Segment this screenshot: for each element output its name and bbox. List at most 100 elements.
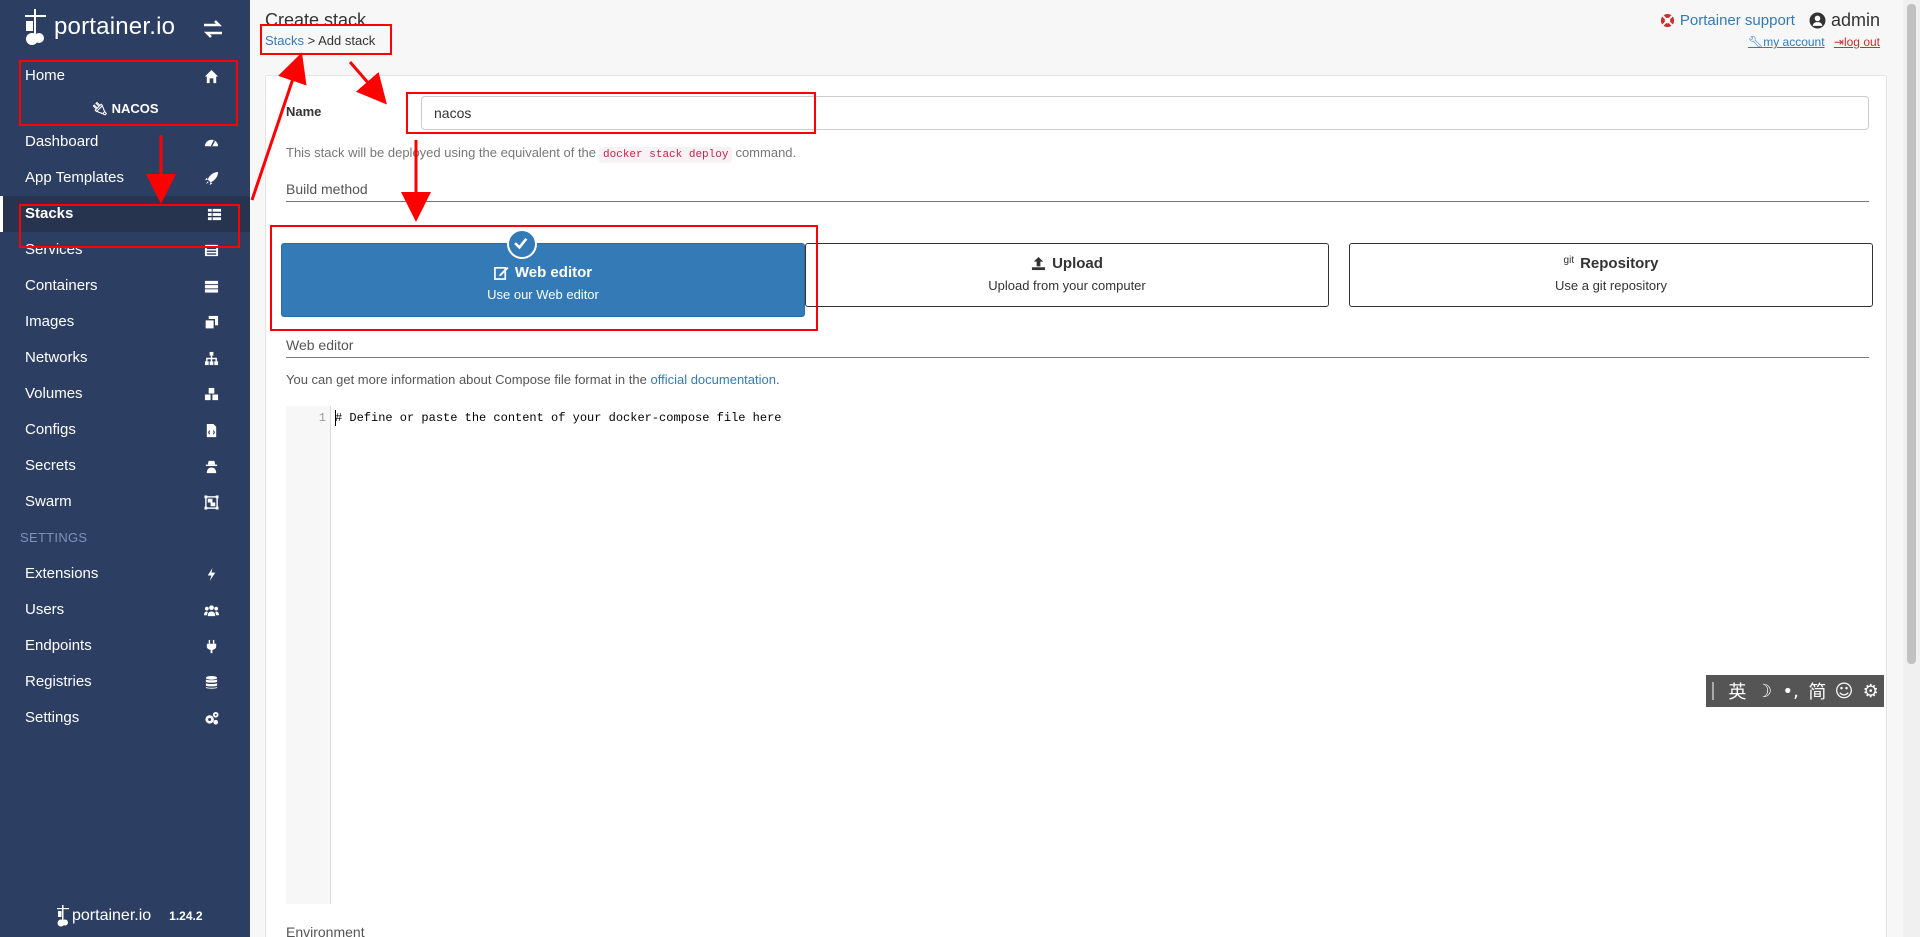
sign-out-icon: ⇥ [1833,35,1844,49]
sidebar-footer: portainer.io 1.24.2 [56,904,203,928]
ime-simplified-toggle[interactable]: 简 [1804,678,1831,704]
sidebar-item-app-templates[interactable]: App Templates [0,160,250,196]
life-ring-icon [1660,13,1674,28]
create-stack-panel: Name This stack will be deployed using t… [265,75,1887,937]
sidebar-item-dashboard[interactable]: Dashboard [0,124,250,160]
stack-name-input[interactable] [421,96,1869,130]
ime-moon-icon[interactable]: ☽ [1751,681,1778,702]
version-label: 1.24.2 [169,909,203,923]
sidebar-item-label: Endpoints [25,637,92,654]
sidebar-item-home[interactable]: Home [0,58,250,94]
object-group-icon [204,495,219,510]
breadcrumb-stacks-link[interactable]: Stacks [265,33,304,48]
exchange-icon[interactable] [202,18,224,40]
code-editor[interactable]: 1 # Define or paste the content of your … [286,406,1869,904]
sidebar-item-services[interactable]: Services [0,232,250,268]
user-secret-icon [205,460,218,474]
sidebar-item-label: Extensions [25,565,99,582]
sitemap-icon [204,351,219,366]
sidebar-item-extensions[interactable]: Extensions [0,556,250,592]
build-method-title: Build method [286,181,1869,202]
rocket-icon [204,171,219,186]
endpoint-name: 🔌︎ NACOS [91,101,159,116]
sidebar-item-label: Volumes [25,385,83,402]
tachometer-icon [204,139,219,147]
cubes-icon [204,387,219,401]
cogs-icon [205,711,219,725]
sidebar-item-users[interactable]: Users [0,592,250,628]
breadcrumb: Stacks > Add stack [265,33,375,48]
official-documentation-link[interactable]: official documentation [650,372,776,387]
log-out-link[interactable]: ⇥log out [1834,35,1880,49]
edit-icon [493,266,509,280]
th-list-icon [207,208,222,221]
line-number: 1 [318,411,326,425]
sidebar-item-images[interactable]: Images [0,304,250,340]
sidebar-item-label: Settings [25,709,80,726]
home-icon [204,69,219,84]
user-circle-icon [1809,12,1826,29]
sidebar-item-settings[interactable]: Settings [0,700,250,736]
list-alt-icon [204,244,219,257]
deploy-command-code: docker stack deploy [599,147,733,163]
page-scrollbar[interactable] [1903,0,1920,937]
ime-punctuation-icon[interactable]: •, [1777,681,1804,702]
sidebar: portainer.io Home 🔌︎ NACOS Dashboard App… [0,0,250,937]
sidebar-item-label: Configs [25,421,76,438]
sidebar-nav: Home 🔌︎ NACOS Dashboard App Templates St… [0,58,250,736]
support-link[interactable]: Portainer support [1660,12,1795,29]
upload-icon [1032,256,1046,271]
sidebar-item-configs[interactable]: Configs [0,412,250,448]
build-method-repository[interactable]: git Repository Use a git repository [1349,243,1873,307]
compose-info-text: You can get more information about Compo… [286,372,780,387]
database-icon [205,675,218,689]
sidebar-item-label: Home [25,67,66,84]
users-icon [204,605,219,617]
portainer-logo-icon [25,9,46,45]
ime-grip-handle[interactable] [1712,682,1714,700]
footer-brand: portainer.io [72,907,152,924]
bolt-icon [207,567,216,582]
brand-name: portainer.io [54,13,176,40]
sidebar-item-endpoints[interactable]: Endpoints [0,628,250,664]
scrollbar-thumb[interactable] [1907,4,1916,664]
sidebar-item-label: Users [25,601,65,618]
header-user-area: Portainer support admin 🔧︎my account ⇥lo… [1660,10,1880,49]
ime-settings-icon[interactable]: ⚙ [1857,681,1884,702]
sidebar-item-label: Networks [25,349,88,366]
sidebar-item-secrets[interactable]: Secrets [0,448,250,484]
sidebar-item-stacks[interactable]: Stacks [0,196,250,232]
sidebar-item-label: Images [25,313,75,330]
editor-gutter: 1 [286,406,331,904]
brand[interactable]: portainer.io [22,6,175,48]
clone-icon [204,315,219,330]
plug-icon [206,639,217,654]
sidebar-item-registries[interactable]: Registries [0,664,250,700]
server-icon [204,280,219,293]
page-title: Create stack [265,10,367,30]
build-method-upload[interactable]: Upload Upload from your computer [805,243,1329,307]
wrench-icon: 🔧︎ [1747,35,1764,49]
sidebar-item-label: Services [25,241,83,258]
my-account-link[interactable]: 🔧︎my account [1748,35,1825,49]
sidebar-item-label: Dashboard [25,133,99,150]
sidebar-item-containers[interactable]: Containers [0,268,250,304]
build-method-web-editor[interactable]: Web editor Use our Web editor [281,243,805,317]
sidebar-item-label: Registries [25,673,92,690]
sidebar-item-volumes[interactable]: Volumes [0,376,250,412]
breadcrumb-separator: > [304,33,319,48]
git-icon: git [1563,255,1575,266]
user-name: admin [1809,10,1880,31]
file-code-icon [206,423,217,438]
name-label: Name [286,104,322,119]
ime-language-toggle[interactable]: 英 [1724,678,1751,704]
sidebar-item-networks[interactable]: Networks [0,340,250,376]
check-icon [507,229,537,259]
sidebar-item-swarm[interactable]: Swarm [0,484,250,520]
portainer-logo-icon [57,905,69,927]
sidebar-item-label: App Templates [25,169,124,186]
ime-emoji-icon[interactable]: ☺ [1831,681,1858,702]
plug-icon: 🔌︎ [91,101,108,116]
breadcrumb-current: Add stack [318,33,376,48]
settings-section-header: SETTINGS [20,530,88,545]
